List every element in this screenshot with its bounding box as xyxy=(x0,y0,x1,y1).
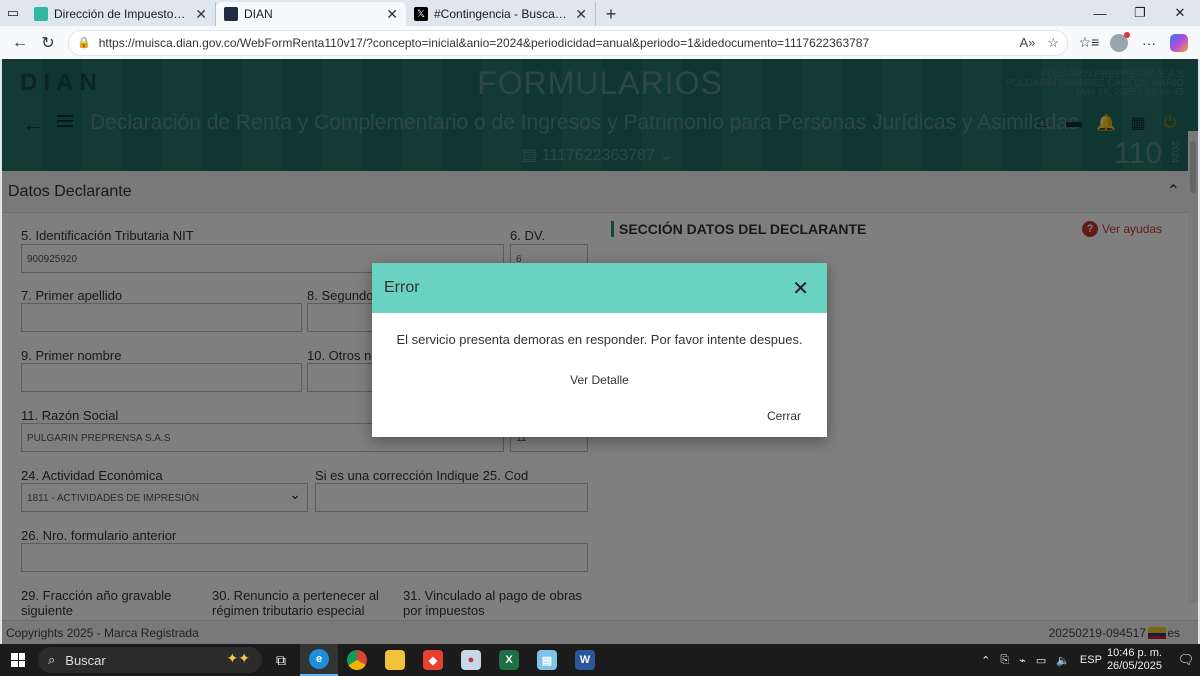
favorite-star-icon[interactable]: ☆ xyxy=(1047,35,1059,51)
copilot-button[interactable] xyxy=(1164,29,1194,57)
avatar xyxy=(1110,31,1130,52)
anydesk-app-icon[interactable]: ◆ xyxy=(414,644,452,676)
start-button[interactable] xyxy=(0,644,36,676)
tab-close-icon[interactable]: ✕ xyxy=(195,6,207,23)
favorites-icon[interactable]: ☆≡ xyxy=(1074,29,1104,57)
maximize-icon[interactable]: ❐ xyxy=(1120,0,1160,26)
tab-title: Dirección de Impuestos y Aduana xyxy=(54,7,189,21)
anydesk-icon: ◆ xyxy=(423,650,443,670)
profile-button[interactable] xyxy=(1104,29,1134,57)
tab-close-icon[interactable]: ✕ xyxy=(386,6,398,23)
page-viewport: DIAN FORMULARIOS PULGARIN PREPRENSA S.A.… xyxy=(2,59,1198,644)
edge-app-icon[interactable]: e xyxy=(300,644,338,676)
power-plug-icon[interactable]: ⌁ xyxy=(1019,654,1026,667)
volume-icon[interactable]: 🔈 xyxy=(1056,654,1070,667)
dian-favicon-icon xyxy=(34,7,48,21)
excel-app-icon[interactable]: X xyxy=(490,644,528,676)
site-info-icon[interactable]: 🔒 xyxy=(77,36,91,49)
browser-tab-dian-site[interactable]: Dirección de Impuestos y Aduana ✕ xyxy=(26,2,216,26)
task-view-icon[interactable]: ⧉ xyxy=(262,644,300,676)
error-dialog: Error ✕ El servicio presenta demoras en … xyxy=(372,263,827,437)
folder-icon xyxy=(385,650,405,670)
input-language[interactable]: ESP xyxy=(1080,654,1102,666)
minimize-icon[interactable]: — xyxy=(1080,0,1120,26)
browser-tab-bar: ▭ Dirección de Impuestos y Aduana ✕ DIAN… xyxy=(0,0,1200,26)
dialog-title: Error xyxy=(384,279,420,296)
window-controls: — ❐ ✕ xyxy=(1080,0,1200,26)
notepad-app-icon[interactable]: ▤ xyxy=(528,644,566,676)
browser-tab-dian[interactable]: DIAN ✕ xyxy=(216,2,406,26)
usb-icon[interactable]: ⎘ xyxy=(1000,654,1009,667)
close-icon[interactable]: ✕ xyxy=(792,276,809,301)
word-icon: W xyxy=(575,650,595,670)
view-detail-link[interactable]: Ver Detalle xyxy=(372,373,827,387)
dialog-header: Error ✕ xyxy=(372,263,827,313)
copilot-icon xyxy=(1170,33,1188,52)
url-text: https://muisca.dian.gov.co/WebFormRenta1… xyxy=(98,35,870,50)
file-explorer-app-icon[interactable] xyxy=(376,644,414,676)
taskbar: ⌕ Buscar ✦✦ ⧉ e ◆ ● X ▤ W ⌃ ⎘ ⌁ ▭ 🔈 ESP … xyxy=(0,644,1200,676)
edge-icon: e xyxy=(309,649,329,669)
chrome-app-icon[interactable] xyxy=(338,644,376,676)
read-aloud-icon[interactable]: A» xyxy=(1019,35,1035,50)
notification-icon[interactable]: 🗨 xyxy=(1172,644,1200,676)
close-window-icon[interactable]: ✕ xyxy=(1160,0,1200,26)
dian-favicon-icon xyxy=(224,7,238,21)
windows-icon xyxy=(11,653,25,667)
paint-app-icon[interactable]: ● xyxy=(452,644,490,676)
dialog-message: El servicio presenta demoras en responde… xyxy=(396,332,803,347)
paint-icon: ● xyxy=(461,650,481,670)
chevron-up-icon[interactable]: ⌃ xyxy=(981,654,990,667)
x-favicon-icon: 𝕏 xyxy=(414,7,428,21)
word-app-icon[interactable]: W xyxy=(566,644,604,676)
new-tab-button[interactable]: + xyxy=(596,2,626,26)
search-placeholder: Buscar xyxy=(65,652,106,668)
close-button[interactable]: Cerrar xyxy=(767,409,801,423)
search-icon: ⌕ xyxy=(48,652,56,667)
clock-date: 26/05/2025 xyxy=(1106,660,1162,672)
sparkle-icon: ✦✦ xyxy=(226,650,250,666)
address-bar: ← ↻ 🔒 https://muisca.dian.gov.co/WebForm… xyxy=(0,26,1200,59)
clock[interactable]: 10:46 p. m. 26/05/2025 xyxy=(1107,647,1162,673)
chrome-icon xyxy=(347,650,367,670)
tab-title: #Contingencia - Buscar / X xyxy=(434,7,570,21)
reload-button[interactable]: ↻ xyxy=(34,29,62,57)
notepad-icon: ▤ xyxy=(537,650,557,670)
system-tray: ⌃ ⎘ ⌁ ▭ 🔈 ESP 10:46 p. m. 26/05/2025 🗨 xyxy=(976,644,1200,676)
url-field[interactable]: 🔒 https://muisca.dian.gov.co/WebFormRent… xyxy=(68,29,1068,56)
network-icon[interactable]: ▭ xyxy=(1036,654,1046,667)
tab-close-icon[interactable]: ✕ xyxy=(575,6,587,23)
more-options-icon[interactable]: ··· xyxy=(1134,29,1164,57)
tab-actions-icon[interactable]: ▭ xyxy=(0,0,26,26)
taskbar-search[interactable]: ⌕ Buscar ✦✦ xyxy=(38,647,262,673)
clock-time: 10:46 p. m. xyxy=(1106,647,1162,659)
tab-title: DIAN xyxy=(244,7,273,21)
excel-icon: X xyxy=(499,650,519,670)
browser-tab-x[interactable]: 𝕏 #Contingencia - Buscar / X ✕ xyxy=(406,2,596,26)
back-button[interactable]: ← xyxy=(6,29,34,57)
